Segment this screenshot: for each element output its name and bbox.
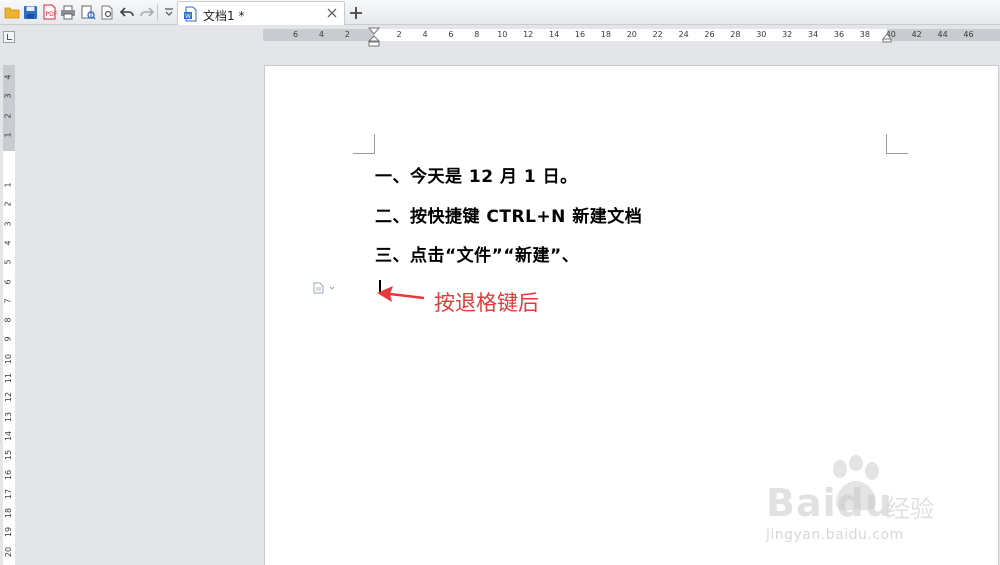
ruler-label: 2	[3, 113, 13, 119]
ruler-label: 4	[422, 30, 428, 39]
export-pdf-icon[interactable]: PDF	[40, 3, 58, 21]
ruler-label: 2	[344, 30, 350, 39]
ruler-label: 20	[626, 30, 637, 39]
indent-marker-icon[interactable]	[368, 27, 380, 47]
watermark-brand: 经验	[886, 495, 934, 523]
ruler-label: 28	[730, 30, 741, 39]
ruler-label: 3	[3, 93, 13, 99]
ruler-label: 38	[859, 30, 870, 39]
ruler-label: 7	[3, 298, 13, 304]
svg-text:W: W	[185, 13, 191, 20]
ruler-label: 14	[4, 430, 14, 442]
ruler-label: 30	[756, 30, 767, 39]
ruler-label: 16	[574, 30, 586, 39]
redo-icon[interactable]	[138, 3, 156, 21]
ruler-label: 10	[497, 30, 508, 39]
ruler-label: 9	[3, 336, 13, 343]
print-icon[interactable]	[59, 3, 77, 21]
ruler-label: 22	[652, 30, 663, 39]
annotation-text: 按退格键后	[434, 291, 539, 315]
watermark-url: jingyan.baidu.com	[766, 527, 904, 543]
ruler-label: 10	[4, 353, 14, 364]
title-bar: PDF W 文档1 *	[0, 0, 1000, 26]
ruler-label: 6	[3, 279, 13, 285]
ruler-label: 4	[3, 74, 13, 80]
ruler-label: 5	[3, 259, 13, 265]
ruler-label: 32	[782, 30, 793, 39]
ruler-label: 8	[3, 317, 13, 323]
ruler-label: 6	[448, 30, 454, 39]
watermark: Baidu 经验 jingyan.baidu.com	[758, 455, 958, 550]
ruler-label: 8	[474, 30, 480, 39]
paragraph-3[interactable]: 三、点击“文件”“新建”、	[375, 241, 579, 266]
ruler-label: 4	[3, 240, 13, 246]
ruler-label: 24	[678, 30, 689, 39]
paragraph-handle-icon[interactable]	[313, 282, 335, 294]
tab-document[interactable]: W 文档1 *	[177, 1, 345, 26]
annotation-arrow-icon	[377, 286, 425, 302]
document-icon: W	[184, 6, 197, 22]
wps-writer-window: PDF W 文档1 * 64224681012141618	[0, 0, 1000, 565]
ruler-label: 4	[318, 30, 324, 39]
toolbar-separator	[157, 4, 158, 21]
ruler-label: 19	[4, 527, 14, 538]
ruler-label: 42	[911, 30, 922, 39]
tab-title: 文档1 *	[203, 9, 245, 23]
ruler-label: 12	[4, 392, 14, 403]
ruler-label: 44	[937, 30, 948, 39]
ruler-label: 26	[704, 30, 715, 39]
preview-icon[interactable]	[98, 3, 116, 21]
undo-icon[interactable]	[118, 3, 136, 21]
ruler-label: 20	[4, 546, 14, 557]
crop-mark-top-right	[886, 134, 908, 154]
ruler-label: 3	[3, 221, 13, 227]
save-icon[interactable]	[21, 3, 39, 21]
paragraph-2[interactable]: 二、按快捷键 CTRL+N 新建文档	[375, 202, 642, 227]
ruler-label: 18	[600, 30, 611, 39]
crop-mark-top-left	[353, 134, 375, 154]
ruler-label: 11	[4, 372, 14, 384]
paragraph-1[interactable]: 一、今天是 12 月 1 日。	[375, 162, 578, 187]
ruler-label: 46	[963, 30, 974, 39]
ruler-label: 2	[3, 201, 13, 207]
ruler-label: 1	[3, 182, 13, 188]
ruler-label: 16	[4, 469, 14, 480]
print-preview-icon[interactable]	[79, 3, 97, 21]
ruler-label: 34	[808, 30, 819, 39]
ruler-label: 2	[396, 30, 402, 39]
ruler-label: 18	[4, 508, 14, 519]
tab-stop-selector[interactable]	[3, 31, 15, 43]
new-tab-icon[interactable]	[347, 4, 365, 22]
ruler-label: 14	[549, 30, 560, 39]
right-indent-marker-icon[interactable]	[882, 33, 892, 43]
open-icon[interactable]	[3, 3, 21, 21]
ruler-label: 36	[833, 30, 845, 39]
ruler-label: 13	[4, 411, 14, 422]
watermark-logo: Baidu	[766, 481, 893, 525]
ruler-label: 12	[523, 30, 534, 39]
ruler-label: 1	[3, 132, 13, 138]
ruler-label: 17	[4, 488, 14, 499]
close-icon[interactable]	[326, 7, 338, 19]
customize-icon[interactable]	[160, 3, 178, 21]
ruler-label: 6	[293, 30, 299, 39]
svg-text:PDF: PDF	[45, 11, 57, 18]
ruler-label: 15	[4, 450, 14, 461]
